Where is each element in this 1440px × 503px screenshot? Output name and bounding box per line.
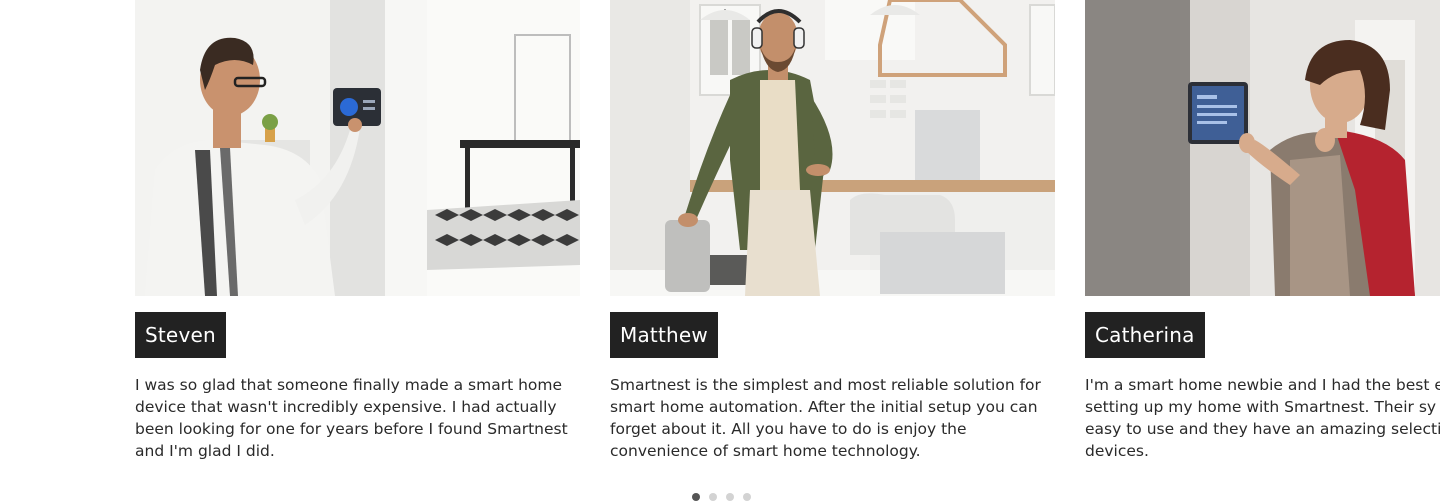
testimonial-card: Matthew Smartnest is the simplest and mo… xyxy=(610,0,1055,462)
quote-line: devices. xyxy=(1085,442,1149,460)
pagination-dot-2[interactable] xyxy=(709,493,717,501)
testimonial-name: Catherina xyxy=(1085,312,1205,358)
testimonial-quote: I was so glad that someone finally made … xyxy=(135,376,568,460)
woman-using-wall-tablet-photo xyxy=(1085,0,1440,296)
carousel-pagination xyxy=(692,493,751,501)
pagination-dot-3[interactable] xyxy=(726,493,734,501)
testimonial-quote: Smartnest is the simplest and most relia… xyxy=(610,376,1041,460)
testimonial-name: Matthew xyxy=(610,312,718,358)
testimonial-card: Steven I was so glad that someone finall… xyxy=(135,0,580,462)
quote-line: setting up my home with Smartnest. Their… xyxy=(1085,398,1437,416)
testimonial-name: Steven xyxy=(135,312,226,358)
pagination-dot-1[interactable] xyxy=(692,493,700,501)
carousel-track: Steven I was so glad that someone finall… xyxy=(135,0,1440,462)
quote-line: easy to use and they have an amazing sel… xyxy=(1085,420,1440,438)
man-using-wall-thermostat-photo xyxy=(135,0,580,296)
testimonial-card: Catherina I'm a smart home newbie and I … xyxy=(1085,0,1440,462)
testimonial-carousel[interactable]: Steven I was so glad that someone finall… xyxy=(0,0,1440,503)
man-with-headphones-in-kitchen-photo xyxy=(610,0,1055,296)
testimonial-quote: I'm a smart home newbie and I had the be… xyxy=(1085,374,1440,462)
pagination-dot-4[interactable] xyxy=(743,493,751,501)
quote-line: I'm a smart home newbie and I had the be… xyxy=(1085,376,1440,394)
